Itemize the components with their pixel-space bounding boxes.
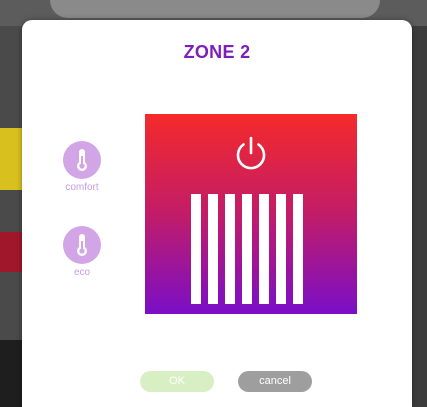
radiator-fin	[191, 194, 201, 304]
background-dark-tile	[0, 340, 22, 407]
background-red-tile	[0, 232, 22, 272]
mode-option-eco[interactable]: eco	[55, 226, 109, 278]
eco-mode-button[interactable]	[63, 226, 101, 264]
cancel-button[interactable]: cancel	[238, 371, 312, 392]
thermometer-icon	[77, 234, 87, 256]
radiator-fin	[225, 194, 235, 304]
ok-button[interactable]: OK	[140, 371, 214, 392]
mode-label-comfort: comfort	[65, 182, 99, 193]
radiator-icon	[191, 194, 311, 304]
radiator-fin	[276, 194, 286, 304]
zone-dialog: ZONE 2 comfort eco OK cancel	[22, 20, 412, 407]
radiator-fin	[242, 194, 252, 304]
radiator-fin	[208, 194, 218, 304]
radiator-fin	[293, 194, 303, 304]
heater-power-toggle[interactable]	[145, 114, 357, 314]
radiator-fin	[259, 194, 269, 304]
thermometer-icon	[77, 149, 87, 171]
mode-label-eco: eco	[73, 267, 91, 278]
mode-option-comfort[interactable]: comfort	[55, 141, 109, 193]
comfort-mode-button[interactable]	[63, 141, 101, 179]
power-icon[interactable]	[231, 134, 271, 174]
dialog-title: ZONE 2	[183, 42, 251, 62]
background-yellow-tile	[0, 128, 22, 190]
background-header-highlight	[50, 0, 380, 18]
background-right-edge	[412, 26, 427, 407]
